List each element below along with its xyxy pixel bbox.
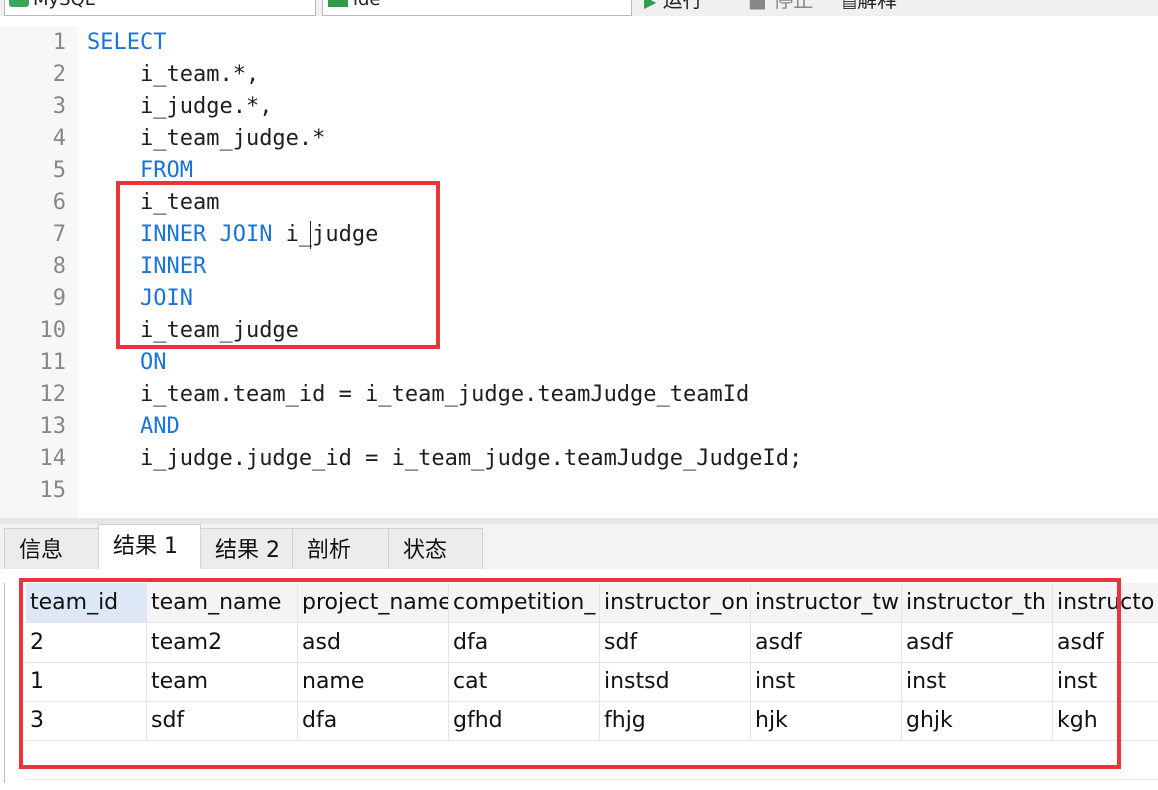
code-text: i_judge.*,: [87, 91, 272, 123]
line-number: 13: [39, 414, 67, 439]
code-line: 15: [0, 475, 1158, 507]
code-line: 13 AND: [0, 411, 1158, 443]
line-number: 7: [52, 222, 66, 247]
code-line: 1 SELECT: [0, 27, 1158, 59]
line-number: 1: [52, 30, 66, 55]
code-text: i_team.team_id = i_team_judge.teamJudge_…: [87, 379, 749, 411]
tab-2[interactable]: 结果 2: [200, 528, 293, 569]
line-number: 4: [52, 126, 66, 151]
code-line: 14 i_judge.judge_id = i_team_judge.teamJ…: [0, 443, 1158, 475]
database-name: ide: [353, 0, 381, 10]
tab-4[interactable]: 状态: [388, 528, 483, 569]
sql-token: i_judge.*,: [139, 94, 273, 119]
stop-label: 停止: [773, 0, 814, 12]
sql-keyword: FROM: [139, 158, 193, 183]
line-number: 9: [52, 286, 66, 311]
sql-keyword: SELECT: [87, 30, 167, 55]
code-text: ON: [87, 347, 167, 379]
line-number: 14: [39, 446, 67, 471]
code-text: AND: [87, 411, 180, 443]
code-text: i_team_judge.*: [87, 123, 325, 155]
code-line: 2 i_team.*,: [0, 59, 1158, 91]
mysql-connection-icon: [9, 0, 29, 7]
tab-3[interactable]: 剖析: [292, 528, 389, 569]
run-button[interactable]: ▶ 运行: [644, 0, 703, 15]
tab-1[interactable]: 结果 1: [98, 524, 201, 570]
explain-button[interactable]: ▤解释: [842, 0, 897, 15]
code-line: 3 i_judge.*,: [0, 91, 1158, 123]
sql-keyword: AND: [139, 414, 180, 439]
code-line: 12 i_team.team_id = i_team_judge.teamJud…: [0, 379, 1158, 411]
explain-label: 解释: [857, 0, 898, 12]
line-number: 12: [39, 382, 67, 407]
explain-icon: ▤: [842, 0, 858, 11]
stop-icon: ■: [748, 0, 767, 12]
query-toolbar: MySQL ide ▶ 运行 ■ 停止 ▤解释: [0, 0, 1158, 16]
line-number: 2: [52, 62, 66, 87]
code-text: SELECT: [87, 27, 166, 59]
tab-0[interactable]: 信息: [4, 528, 99, 569]
database-select[interactable]: ide: [322, 0, 632, 16]
line-number: 11: [39, 350, 67, 375]
grid-left-border: [4, 583, 5, 783]
connection-select[interactable]: MySQL: [4, 0, 316, 16]
result-tabs: 信息 结果 1 结果 2 剖析 状态: [0, 524, 1158, 570]
line-number: 6: [52, 190, 66, 215]
highlight-box-results: [19, 578, 1121, 769]
code-text: i_team.*,: [87, 59, 259, 91]
code-line: 4 i_team_judge.*: [0, 123, 1158, 155]
stop-button[interactable]: ■ 停止: [748, 0, 813, 13]
line-number: 8: [52, 254, 66, 279]
line-number: 15: [39, 478, 67, 503]
code-line: 11 ON: [0, 347, 1158, 379]
sql-token: i_team.*,: [139, 62, 260, 87]
line-number: 3: [52, 94, 66, 119]
sql-token: i_team.team_id = i_team_judge.teamJudge_…: [139, 382, 750, 407]
line-number: 10: [39, 318, 67, 343]
run-label: 运行: [662, 0, 703, 12]
code-text: i_judge.judge_id = i_team_judge.teamJudg…: [87, 443, 802, 475]
database-icon: [328, 0, 348, 7]
play-icon: ▶: [644, 0, 657, 11]
sql-token: i_judge.judge_id = i_team_judge.teamJudg…: [139, 446, 803, 471]
sql-keyword: ON: [139, 350, 167, 375]
line-number: 5: [52, 158, 66, 183]
sql-token: i_team_judge.*: [139, 126, 326, 151]
connection-name: MySQL: [33, 0, 95, 10]
highlight-box-join: [116, 181, 440, 349]
